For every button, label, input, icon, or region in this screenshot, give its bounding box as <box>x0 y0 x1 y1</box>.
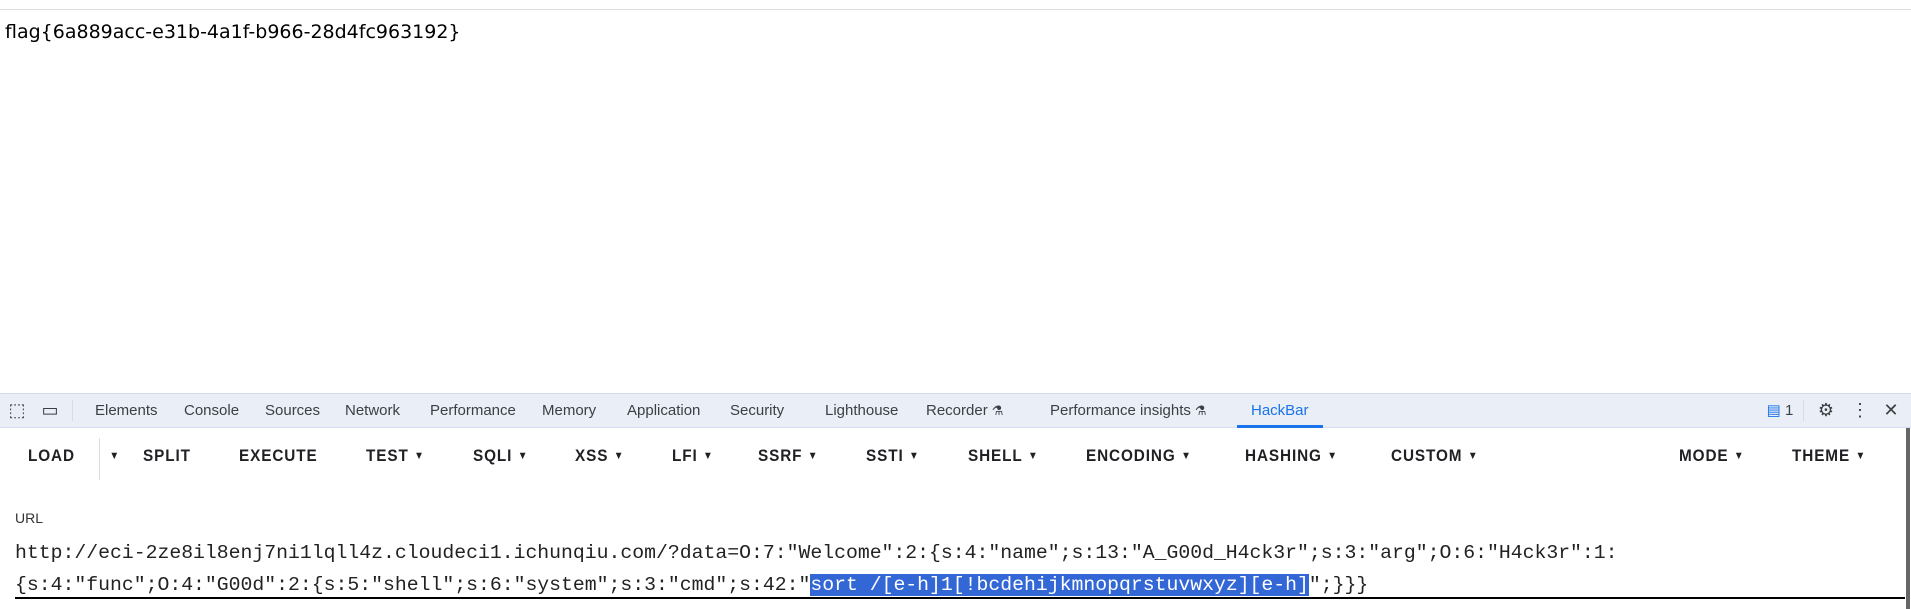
close-icon[interactable]: ✕ <box>1880 394 1902 427</box>
message-icon: ▤ <box>1766 402 1781 419</box>
url-input[interactable]: http://eci-2ze8il8enj7ni1lqll4z.cloudeci… <box>15 537 1618 601</box>
device-toolbar-icon[interactable]: ▭ <box>38 394 62 427</box>
shell-menu[interactable]: SHELL ▼ <box>968 446 1039 466</box>
caret-down-icon: ▼ <box>807 450 819 462</box>
url-selected-text: sort /[e-h]1[!bcdehijkmnopqrstuvwxyz][e-… <box>810 574 1309 596</box>
tab-elements[interactable]: Elements <box>95 394 158 427</box>
tab-performance[interactable]: Performance <box>430 394 516 427</box>
theme-menu[interactable]: THEME ▼ <box>1792 446 1866 466</box>
caret-down-icon: ▼ <box>909 450 920 462</box>
sqli-label: SQLI <box>473 446 513 465</box>
test-menu[interactable]: TEST ▼ <box>366 446 425 466</box>
issues-count: 1 <box>1785 402 1794 419</box>
load-button[interactable]: LOAD <box>28 446 75 466</box>
custom-label: CUSTOM <box>1391 446 1463 465</box>
tab-application[interactable]: Application <box>627 394 700 427</box>
url-label: URL <box>15 510 44 526</box>
tab-performance-insights-label: Performance insights <box>1050 402 1191 419</box>
page-top-border <box>0 9 1911 10</box>
tab-network[interactable]: Network <box>345 394 400 427</box>
hashing-menu[interactable]: HASHING ▼ <box>1245 446 1338 466</box>
encoding-label: ENCODING <box>1086 446 1176 465</box>
url-text-end: ";}}} <box>1308 574 1369 596</box>
lfi-label: LFI <box>672 446 698 465</box>
caret-down-icon: ▼ <box>703 450 714 462</box>
caret-down-icon: ▼ <box>1181 450 1192 462</box>
sqli-menu[interactable]: SQLI ▼ <box>473 446 528 466</box>
mode-menu[interactable]: MODE ▼ <box>1679 446 1745 466</box>
theme-label: THEME <box>1792 446 1851 465</box>
flask-icon: ⚗ <box>1194 403 1207 418</box>
split-button[interactable]: SPLIT <box>143 446 191 466</box>
tab-memory[interactable]: Memory <box>542 394 596 427</box>
ssrf-label: SSRF <box>758 446 803 465</box>
divider <box>1803 400 1804 421</box>
custom-menu[interactable]: CUSTOM ▼ <box>1391 446 1479 466</box>
ssti-label: SSTI <box>866 446 904 465</box>
caret-down-icon: ▼ <box>109 450 121 462</box>
url-input-underline <box>15 597 1905 599</box>
caret-down-icon: ▼ <box>613 450 625 462</box>
caret-down-icon: ▼ <box>1327 450 1338 462</box>
shell-label: SHELL <box>968 446 1023 465</box>
caret-down-icon: ▼ <box>1733 450 1745 462</box>
tab-recorder-label: Recorder <box>926 402 988 419</box>
flag-text: flag{6a889acc-e31b-4a1f-b966-28d4fc96319… <box>5 21 461 43</box>
tab-console[interactable]: Console <box>184 394 239 427</box>
caret-down-icon: ▼ <box>1855 450 1867 462</box>
tab-hackbar[interactable]: HackBar <box>1237 394 1322 428</box>
caret-down-icon: ▼ <box>1467 450 1479 462</box>
caret-down-icon: ▼ <box>1028 450 1039 462</box>
issues-button[interactable]: ▤ 1 <box>1760 394 1800 427</box>
scrollbar[interactable] <box>1906 428 1910 609</box>
devtools-tab-bar: ⬚ ▭ Elements Console Sources Network Per… <box>0 393 1911 428</box>
ssti-menu[interactable]: SSTI ▼ <box>866 446 920 466</box>
tab-recorder[interactable]: Recorder ⚗ <box>926 394 1003 427</box>
encoding-menu[interactable]: ENCODING ▼ <box>1086 446 1192 466</box>
more-options-icon[interactable]: ⋮ <box>1850 394 1870 427</box>
gear-icon[interactable]: ⚙ <box>1814 394 1838 427</box>
tab-sources[interactable]: Sources <box>265 394 320 427</box>
xss-menu[interactable]: XSS ▼ <box>575 446 624 466</box>
execute-button[interactable]: EXECUTE <box>239 446 318 466</box>
divider <box>99 438 100 480</box>
caret-down-icon: ▼ <box>414 450 425 462</box>
mode-label: MODE <box>1679 446 1729 465</box>
caret-down-icon: ▼ <box>517 450 529 462</box>
xss-label: XSS <box>575 446 609 465</box>
hashing-label: HASHING <box>1245 446 1322 465</box>
divider <box>72 400 73 421</box>
load-options-dropdown[interactable]: ▼ <box>104 446 120 466</box>
tab-performance-insights[interactable]: Performance insights ⚗ <box>1050 394 1207 427</box>
test-label: TEST <box>366 446 409 465</box>
lfi-menu[interactable]: LFI ▼ <box>672 446 714 466</box>
inspect-element-icon[interactable]: ⬚ <box>6 394 28 427</box>
flask-icon: ⚗ <box>991 403 1004 418</box>
ssrf-menu[interactable]: SSRF ▼ <box>758 446 819 466</box>
tab-security[interactable]: Security <box>730 394 784 427</box>
tab-lighthouse[interactable]: Lighthouse <box>825 394 898 427</box>
